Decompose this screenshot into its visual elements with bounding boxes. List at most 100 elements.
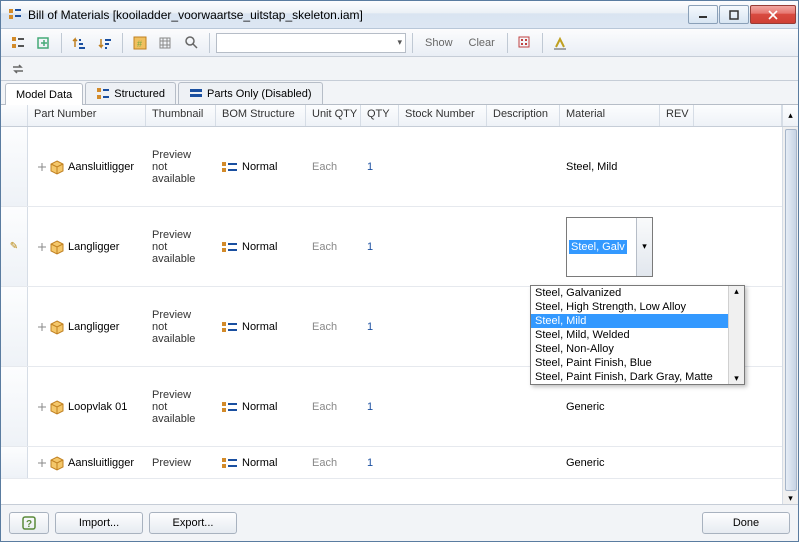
cell-unit-qty[interactable]: Each xyxy=(306,207,361,286)
part-number-text: Aansluitligger xyxy=(68,457,134,469)
cell-thumbnail: Preview not available xyxy=(146,367,216,446)
cell-description[interactable] xyxy=(487,127,560,206)
cell-bom-structure[interactable]: Normal xyxy=(216,127,306,206)
help-button[interactable]: ? xyxy=(9,512,49,534)
cell-stock-number[interactable] xyxy=(399,207,487,286)
material-dropdown[interactable]: Steel, GalvanizedSteel, High Strength, L… xyxy=(530,285,745,385)
sort-desc-icon[interactable] xyxy=(94,32,116,54)
tab-parts-only[interactable]: Parts Only (Disabled) xyxy=(178,82,323,104)
dropdown-option[interactable]: Steel, Non-Alloy xyxy=(531,342,728,356)
import-button[interactable]: Import... xyxy=(55,512,143,534)
cell-bom-structure[interactable]: Normal xyxy=(216,287,306,366)
show-button[interactable]: Show xyxy=(419,37,459,49)
cell-unit-qty[interactable]: Each xyxy=(306,447,361,478)
dropdown-option[interactable]: Steel, Paint Finish, Dark Gray, Matte xyxy=(531,370,728,384)
bom-app-icon xyxy=(7,7,23,23)
table-row[interactable]: ✎LangliggerPreview not availableNormalEa… xyxy=(1,207,782,287)
window-title: Bill of Materials [kooiladder_voorwaarts… xyxy=(28,8,687,22)
swap-icon[interactable] xyxy=(7,58,29,80)
dropdown-option[interactable]: Steel, High Strength, Low Alloy xyxy=(531,300,728,314)
structured-icon xyxy=(96,87,110,101)
update-icon[interactable] xyxy=(549,32,571,54)
scroll-up-arrow[interactable]: ▴ xyxy=(782,105,798,126)
cell-bom-structure[interactable]: Normal xyxy=(216,367,306,446)
bom-structure-icon xyxy=(222,241,238,253)
tab-structured[interactable]: Structured xyxy=(85,82,176,104)
tab-row: Model Data Structured Parts Only (Disabl… xyxy=(1,81,798,105)
cell-rev[interactable] xyxy=(660,447,694,478)
part-icon xyxy=(34,399,68,415)
cell-part-number[interactable]: Langligger xyxy=(28,287,146,366)
grid-settings-icon[interactable] xyxy=(514,32,536,54)
clear-button[interactable]: Clear xyxy=(463,37,501,49)
part-number-icon[interactable]: # xyxy=(129,32,151,54)
table-row[interactable]: AansluitliggerPreview not availableNorma… xyxy=(1,127,782,207)
dropdown-button[interactable]: ▾ xyxy=(636,218,652,276)
col-unit-qty[interactable]: Unit QTY xyxy=(306,105,361,126)
secondary-toolbar xyxy=(1,57,798,81)
header-corner xyxy=(1,105,28,126)
col-bom-structure[interactable]: BOM Structure xyxy=(216,105,306,126)
cell-rev[interactable] xyxy=(660,207,694,286)
cell-part-number[interactable]: Langligger xyxy=(28,207,146,286)
scroll-down-icon[interactable]: ▾ xyxy=(734,373,739,384)
cell-material-editing[interactable]: Steel, Galv▾ xyxy=(560,207,660,286)
done-button[interactable]: Done xyxy=(702,512,790,534)
col-description[interactable]: Description xyxy=(487,105,560,126)
cell-qty[interactable]: 1 xyxy=(361,367,399,446)
cell-bom-structure[interactable]: Normal xyxy=(216,447,306,478)
cell-stock-number[interactable] xyxy=(399,367,487,446)
tab-model-data[interactable]: Model Data xyxy=(5,83,83,105)
mass-props-icon[interactable] xyxy=(155,32,177,54)
filter-combo[interactable] xyxy=(216,33,406,53)
find-icon[interactable] xyxy=(181,32,203,54)
cell-stock-number[interactable] xyxy=(399,127,487,206)
cell-rev[interactable] xyxy=(660,127,694,206)
cell-part-number[interactable]: Aansluitligger xyxy=(28,447,146,478)
dropdown-option[interactable]: Steel, Mild xyxy=(531,314,728,328)
part-icon xyxy=(34,455,68,471)
table-row[interactable]: AansluitliggerPreviewNormalEach1Generic xyxy=(1,447,782,479)
cell-unit-qty[interactable]: Each xyxy=(306,127,361,206)
cell-qty[interactable]: 1 xyxy=(361,287,399,366)
cell-stock-number[interactable] xyxy=(399,447,487,478)
cell-unit-qty[interactable]: Each xyxy=(306,367,361,446)
material-editor[interactable]: Steel, Galv▾ xyxy=(566,217,653,277)
minimize-button[interactable] xyxy=(688,5,718,24)
col-rev[interactable]: REV xyxy=(660,105,694,126)
cell-description[interactable] xyxy=(487,207,560,286)
scroll-down-icon[interactable]: ▾ xyxy=(788,493,793,504)
col-qty[interactable]: QTY xyxy=(361,105,399,126)
cell-material[interactable]: Generic xyxy=(560,447,660,478)
close-button[interactable] xyxy=(750,5,796,24)
export-icon[interactable] xyxy=(33,32,55,54)
col-thumbnail[interactable]: Thumbnail xyxy=(146,105,216,126)
dropdown-option[interactable]: Steel, Paint Finish, Blue xyxy=(531,356,728,370)
cell-qty[interactable]: 1 xyxy=(361,207,399,286)
scroll-up-icon[interactable]: ▴ xyxy=(734,286,739,297)
export-button[interactable]: Export... xyxy=(149,512,237,534)
cell-stock-number[interactable] xyxy=(399,287,487,366)
cell-qty[interactable]: 1 xyxy=(361,447,399,478)
cell-unit-qty[interactable]: Each xyxy=(306,287,361,366)
vertical-scrollbar[interactable]: ▾ xyxy=(782,127,798,504)
dropdown-option[interactable]: Steel, Galvanized xyxy=(531,286,728,300)
dropdown-scrollbar[interactable]: ▴ ▾ xyxy=(728,286,744,384)
sort-asc-icon[interactable] xyxy=(68,32,90,54)
scroll-thumb[interactable] xyxy=(785,129,797,491)
dropdown-option[interactable]: Steel, Mild, Welded xyxy=(531,328,728,342)
cell-material[interactable]: Steel, Mild xyxy=(560,127,660,206)
cell-empty xyxy=(694,127,782,206)
view-options-icon[interactable] xyxy=(7,32,29,54)
cell-qty[interactable]: 1 xyxy=(361,127,399,206)
cell-part-number[interactable]: Loopvlak 01 xyxy=(28,367,146,446)
maximize-button[interactable] xyxy=(719,5,749,24)
cell-part-number[interactable]: Aansluitligger xyxy=(28,127,146,206)
row-header xyxy=(1,287,28,366)
col-part-number[interactable]: Part Number xyxy=(28,105,146,126)
cell-bom-structure[interactable]: Normal xyxy=(216,207,306,286)
col-stock-number[interactable]: Stock Number xyxy=(399,105,487,126)
cell-description[interactable] xyxy=(487,447,560,478)
bom-structure-text: Normal xyxy=(242,161,277,173)
col-material[interactable]: Material xyxy=(560,105,660,126)
